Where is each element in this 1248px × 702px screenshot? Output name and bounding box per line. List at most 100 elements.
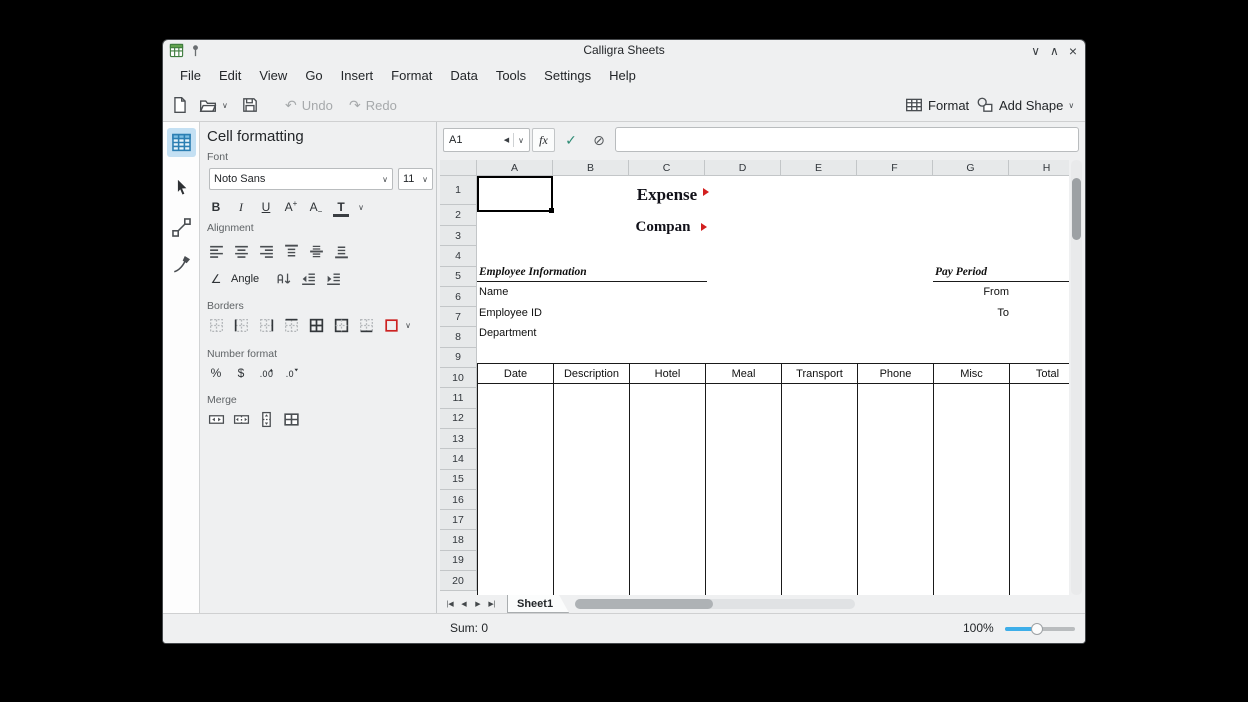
cell-employee-id-label[interactable]: Employee ID xyxy=(479,306,542,320)
row-header[interactable]: 19 xyxy=(440,551,477,571)
row-header[interactable]: 17 xyxy=(440,510,477,530)
cell-pay-period[interactable]: Pay Period xyxy=(935,265,987,279)
border-left-button[interactable] xyxy=(230,314,252,336)
percent-format-button[interactable]: % xyxy=(205,362,227,384)
sheet-tab[interactable]: Sheet1 xyxy=(507,595,569,613)
table-column-line[interactable] xyxy=(705,384,781,595)
font-size-select[interactable]: 11 ∨ xyxy=(398,168,433,190)
row-header[interactable]: 10 xyxy=(440,368,477,388)
vertical-scrollbar-thumb[interactable] xyxy=(1072,178,1081,240)
column-header[interactable]: F xyxy=(857,160,933,176)
maximize-button[interactable]: ∧ xyxy=(1050,40,1059,62)
border-bottom-button[interactable] xyxy=(355,314,377,336)
vertical-text-button[interactable] xyxy=(272,268,294,290)
currency-format-button[interactable]: $ xyxy=(230,362,252,384)
decrease-precision-button[interactable]: .0 xyxy=(280,362,302,384)
row-header[interactable]: 12 xyxy=(440,409,477,429)
border-right-button[interactable] xyxy=(255,314,277,336)
align-right-button[interactable] xyxy=(255,240,277,262)
table-header-cell[interactable]: Misc xyxy=(933,364,1009,383)
row-header[interactable]: 9 xyxy=(440,348,477,368)
row-header[interactable]: 18 xyxy=(440,530,477,550)
row-header[interactable]: 13 xyxy=(440,429,477,449)
align-center-button[interactable] xyxy=(230,240,252,262)
cell-tool-button[interactable] xyxy=(167,128,196,157)
border-color-button[interactable] xyxy=(380,314,402,336)
table-column-line[interactable] xyxy=(781,384,857,595)
previous-sheet-button[interactable]: ◀ xyxy=(457,597,471,611)
merge-cells-button[interactable] xyxy=(205,408,227,430)
calligraphy-tool-button[interactable] xyxy=(167,250,196,279)
select-all-corner[interactable] xyxy=(440,160,477,176)
table-column-line[interactable] xyxy=(933,384,1009,595)
column-header[interactable]: D xyxy=(705,160,781,176)
border-none-button[interactable] xyxy=(205,314,227,336)
table-header-cell[interactable]: Phone xyxy=(857,364,933,383)
row-header[interactable]: 16 xyxy=(440,490,477,510)
italic-button[interactable]: I xyxy=(230,196,252,218)
last-sheet-button[interactable]: ▶| xyxy=(485,597,499,611)
menu-item[interactable]: Settings xyxy=(535,65,600,86)
row-header[interactable]: 8 xyxy=(440,327,477,347)
row-header[interactable]: 7 xyxy=(440,307,477,327)
minimize-button[interactable]: ∨ xyxy=(1031,40,1040,62)
row-header[interactable]: 4 xyxy=(440,246,477,266)
close-button[interactable]: × xyxy=(1069,40,1077,62)
cell-department-label[interactable]: Department xyxy=(479,326,536,340)
cell-title-expense[interactable]: Expense xyxy=(553,181,781,209)
menu-item[interactable]: Data xyxy=(441,65,486,86)
selection-handle[interactable] xyxy=(549,208,554,213)
cell-to-label[interactable]: To xyxy=(933,306,1009,320)
decrease-indent-button[interactable] xyxy=(297,268,319,290)
border-all-button[interactable] xyxy=(305,314,327,336)
column-header[interactable]: E xyxy=(781,160,857,176)
table-column-line[interactable] xyxy=(629,384,705,595)
new-document-button[interactable] xyxy=(171,92,189,118)
border-more-dropdown[interactable]: ∨ xyxy=(400,314,416,336)
font-more-dropdown[interactable]: ∨ xyxy=(352,196,370,218)
chevron-down-icon[interactable]: ∨ xyxy=(518,136,524,145)
cell-employee-information[interactable]: Employee Information xyxy=(479,265,587,279)
align-top-button[interactable] xyxy=(280,240,302,262)
cell-from-label[interactable]: From xyxy=(933,285,1009,299)
formula-cancel-button[interactable]: ⊘ xyxy=(587,128,611,152)
selection-tool-button[interactable] xyxy=(167,173,196,202)
row-header[interactable]: 2 xyxy=(440,205,477,226)
formula-function-button[interactable]: fx xyxy=(532,128,555,152)
angle-button[interactable]: ∠ xyxy=(205,268,227,290)
connector-tool-button[interactable] xyxy=(167,213,196,242)
undo-button[interactable]: ↶Undo xyxy=(285,92,333,118)
row-header[interactable]: 1 xyxy=(440,176,477,205)
unmerge-cells-button[interactable] xyxy=(280,408,302,430)
merge-vertical-button[interactable] xyxy=(255,408,277,430)
chevron-down-icon[interactable]: ∨ xyxy=(222,101,228,110)
text-color-button[interactable]: T xyxy=(330,196,352,218)
align-bottom-button[interactable] xyxy=(330,240,352,262)
align-left-button[interactable] xyxy=(205,240,227,262)
column-header[interactable]: H xyxy=(1009,160,1069,176)
table-column-line[interactable] xyxy=(553,384,629,595)
formula-accept-button[interactable]: ✓ xyxy=(559,128,583,152)
column-header[interactable]: A xyxy=(477,160,553,176)
menu-item[interactable]: View xyxy=(250,65,296,86)
menu-item[interactable]: Format xyxy=(382,65,441,86)
menu-item[interactable]: File xyxy=(171,65,210,86)
table-column-line[interactable] xyxy=(1009,384,1069,595)
zoom-slider[interactable] xyxy=(1005,627,1075,631)
save-button[interactable] xyxy=(241,92,259,118)
menu-item[interactable]: Tools xyxy=(487,65,535,86)
increase-precision-button[interactable]: .00 xyxy=(255,362,277,384)
underline-button[interactable]: U xyxy=(255,196,277,218)
cell-subtitle-company[interactable]: Compan xyxy=(553,216,773,238)
table-header-cell[interactable]: Date xyxy=(477,364,553,383)
sheet-grid[interactable]: Expense Compan Employee Information Pay … xyxy=(477,176,1069,595)
row-header[interactable]: 14 xyxy=(440,449,477,469)
zoom-slider-handle[interactable] xyxy=(1031,623,1043,635)
menu-item[interactable]: Help xyxy=(600,65,645,86)
row-header[interactable]: 15 xyxy=(440,470,477,490)
align-middle-button[interactable] xyxy=(305,240,327,262)
shrink-font-button[interactable]: A− xyxy=(305,196,327,218)
menu-item[interactable]: Insert xyxy=(332,65,383,86)
border-outline-button[interactable] xyxy=(330,314,352,336)
row-header[interactable]: 11 xyxy=(440,388,477,408)
